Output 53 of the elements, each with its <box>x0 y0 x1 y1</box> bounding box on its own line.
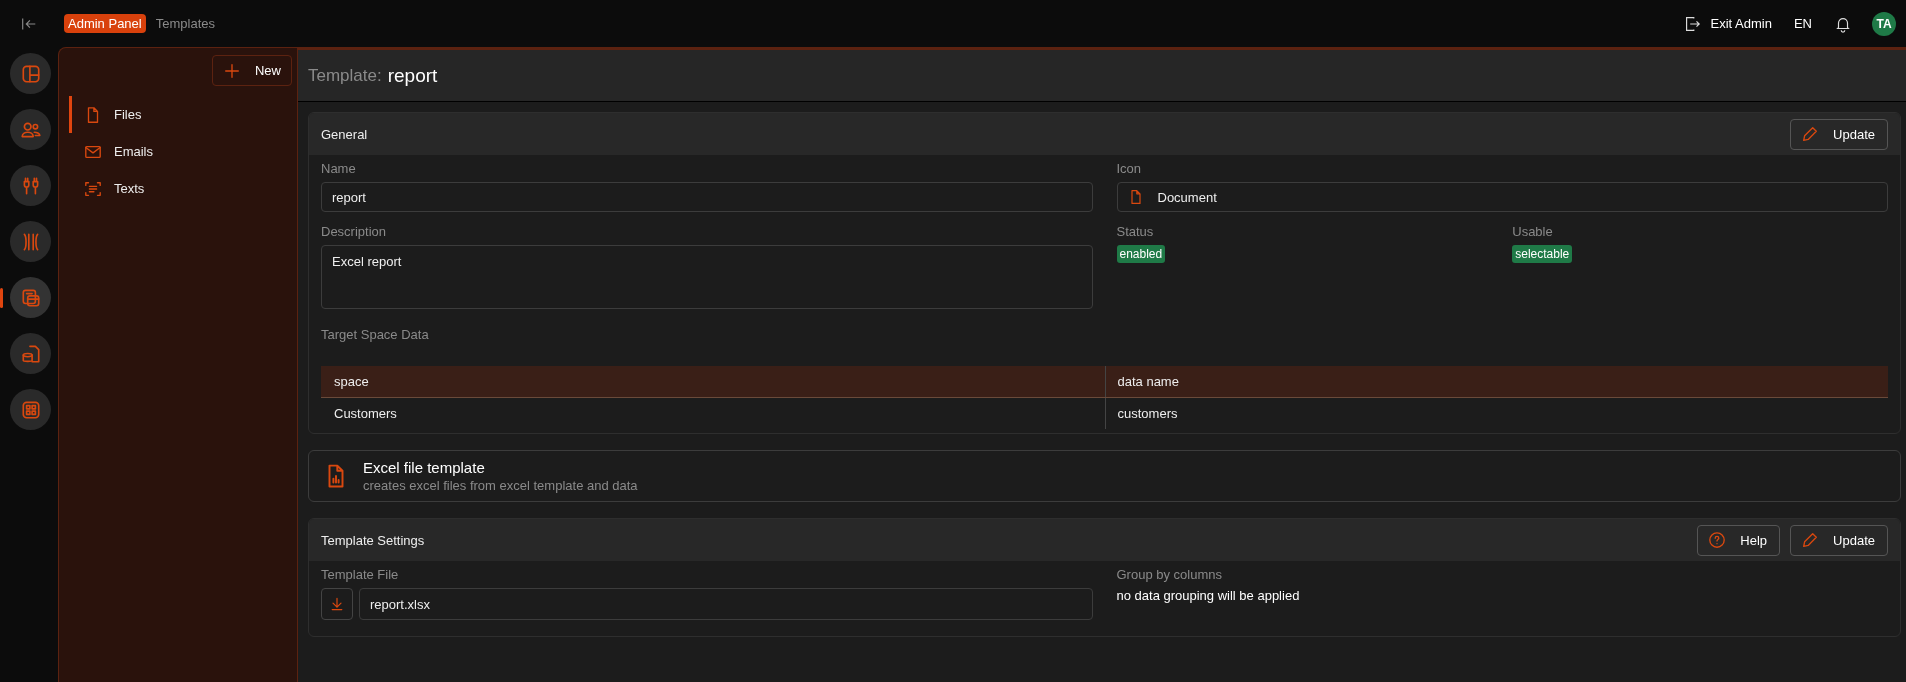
grid-icon <box>19 398 42 421</box>
plus-icon <box>223 61 241 80</box>
page-title: report <box>387 64 438 87</box>
update-button[interactable]: Update <box>1790 118 1888 150</box>
breadcrumb-link[interactable]: Templates <box>155 16 215 31</box>
template-type-description: creates excel files from excel template and data <box>363 478 638 493</box>
icon-field[interactable]: Document <box>1116 182 1888 212</box>
nav-rail-button[interactable] <box>10 277 51 318</box>
exit-admin-button[interactable]: Exit Admin <box>1680 12 1774 35</box>
field-label: Name <box>321 161 357 176</box>
sidebar-item[interactable]: Emails <box>69 133 297 170</box>
help-button[interactable]: Help <box>1697 524 1781 556</box>
table-cell-text: Customers <box>333 405 398 423</box>
download-icon <box>329 596 345 612</box>
table-cell: customers <box>1104 398 1888 429</box>
field-label: Group by columns <box>1116 567 1223 582</box>
nav-rail-button[interactable] <box>10 109 51 150</box>
sidebar-item[interactable]: Texts <box>69 170 297 207</box>
page-title-prefix: Template: <box>308 65 382 86</box>
field-label: Icon <box>1116 161 1143 176</box>
breadcrumb-badge[interactable]: Admin Panel <box>64 14 146 33</box>
nav-rail-button[interactable] <box>10 53 51 94</box>
update-button[interactable]: Update <box>1790 524 1888 556</box>
documents-icon <box>19 286 42 309</box>
card-title: Template Settings <box>321 532 425 548</box>
name-field[interactable]: report <box>321 182 1093 212</box>
field-label: Template File <box>321 567 400 582</box>
card-title: General <box>321 126 368 142</box>
file-field[interactable]: report.xlsx <box>359 588 1093 620</box>
nav-rail-button[interactable] <box>10 165 51 206</box>
nav-rail-button[interactable] <box>10 221 51 262</box>
database-file-icon <box>19 342 42 365</box>
nav-rail-button[interactable] <box>10 333 51 374</box>
description-field[interactable]: Excel report <box>321 245 1093 309</box>
layout-icon <box>19 62 42 85</box>
text-scan-icon <box>84 179 102 198</box>
template-type-title: Excel file template <box>363 459 486 476</box>
status-badge: selectable <box>1512 245 1573 263</box>
field-label: Status <box>1116 224 1154 239</box>
field-label: Usable <box>1512 224 1553 239</box>
section-label: Target Space Data <box>321 327 430 342</box>
help-icon <box>1708 531 1727 549</box>
pencil-icon <box>1801 531 1820 549</box>
field-label: Description <box>321 224 388 239</box>
language-button[interactable]: EN <box>1791 14 1814 33</box>
status-badge: enabled <box>1116 245 1166 263</box>
column-header: data name <box>1104 366 1888 397</box>
nav-rail-button[interactable] <box>10 389 51 430</box>
field-value: no data grouping will be applied <box>1116 588 1301 603</box>
pencil-icon <box>1801 125 1820 143</box>
column-header: space <box>333 373 370 391</box>
new-button[interactable]: New <box>212 55 292 86</box>
user-avatar[interactable]: TA <box>1872 11 1896 36</box>
